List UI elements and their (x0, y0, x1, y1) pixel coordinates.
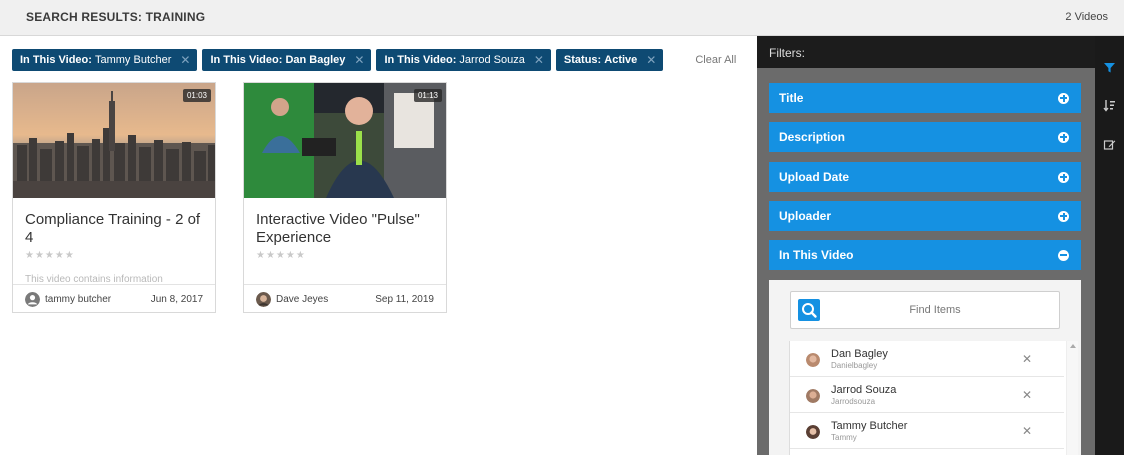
results-header: SEARCH RESULTS: TRAINING 2 Videos (0, 0, 1124, 36)
duration-badge: 01:13 (413, 89, 442, 102)
list-item[interactable]: Jarrod Souza Jarrodsouza ✕ (790, 377, 1064, 413)
remove-chip-icon[interactable]: ✕ (646, 53, 656, 67)
person-name: Tammy Butcher (831, 420, 908, 432)
active-filters: In This Video: Tammy Butcher ✕ In This V… (12, 49, 736, 71)
filter-section-label: Description (779, 130, 846, 144)
scrollbar[interactable] (1066, 341, 1078, 455)
filters-heading: Filters: (757, 36, 1095, 68)
filter-chip[interactable]: In This Video: Dan Bagley ✕ (202, 49, 372, 71)
person-name: Dan Bagley (831, 348, 888, 360)
chip-label: In This Video: (20, 54, 92, 66)
chip-label: In This Video: (384, 54, 457, 66)
find-items-input[interactable]: Find Items (790, 291, 1060, 329)
person-username: Tammy (831, 433, 857, 442)
rating-stars[interactable]: ★★★★★ (25, 250, 75, 261)
filter-section-label: Title (779, 91, 804, 105)
expand-plus-icon[interactable] (1058, 131, 1069, 143)
person-username: Danielbagley (831, 361, 878, 370)
list-item[interactable]: Dan Bagley Danielbagley ✕ (790, 341, 1064, 377)
card-footer: tammy butcher Jun 8, 2017 (13, 284, 215, 313)
duration-badge: 01:03 (182, 89, 211, 102)
video-card[interactable]: 01:03 Compliance Training - 2 of 4 ★★★★★… (12, 82, 216, 313)
video-card[interactable]: 01:13 Interactive Video "Pulse" Experien… (243, 82, 447, 313)
chip-value: Tammy Butcher (94, 54, 172, 66)
list-item[interactable]: Tammy Butcher Tammy ✕ (790, 413, 1064, 449)
result-count: 2 Videos (1065, 11, 1108, 23)
filter-section-label: Uploader (779, 209, 832, 223)
chip-value: Dan Bagley (285, 54, 346, 66)
video-thumbnail[interactable]: 01:13 (244, 83, 446, 198)
filter-section-title[interactable]: Title (769, 83, 1081, 113)
remove-chip-icon[interactable]: ✕ (180, 53, 190, 67)
video-title[interactable]: Compliance Training - 2 of 4 (25, 211, 209, 247)
scroll-up-icon[interactable] (1070, 344, 1076, 348)
chip-label: Status: (563, 54, 602, 66)
author-name[interactable]: Dave Jeyes (276, 294, 328, 305)
avatar (806, 425, 820, 439)
video-description: This video contains information (25, 274, 163, 283)
expand-plus-icon[interactable] (1058, 210, 1069, 222)
filter-section-upload-date[interactable]: Upload Date (769, 162, 1081, 192)
upload-date: Sep 11, 2019 (375, 293, 434, 305)
filter-section-uploader[interactable]: Uploader (769, 201, 1081, 231)
video-title[interactable]: Interactive Video "Pulse" Experience (256, 211, 440, 247)
close-icon[interactable]: ✕ (1022, 352, 1032, 366)
edit-icon[interactable] (1103, 138, 1116, 151)
avatar (806, 389, 820, 403)
close-icon[interactable]: ✕ (1022, 424, 1032, 438)
avatar (256, 291, 271, 307)
author-name[interactable]: tammy butcher (45, 294, 111, 305)
person-username: Jarrodsouza (831, 397, 876, 406)
filter-icon[interactable] (1103, 61, 1116, 74)
collapse-minus-icon[interactable] (1058, 249, 1069, 261)
video-thumbnail[interactable]: 01:03 (13, 83, 215, 198)
filter-chip[interactable]: Status: Active ✕ (555, 49, 664, 71)
in-this-video-panel: Find Items Dan Bagley Danielbagley ✕ Jar… (769, 280, 1081, 455)
remove-chip-icon[interactable]: ✕ (354, 53, 364, 67)
chip-value: Active (604, 54, 638, 66)
find-items-placeholder: Find Items (909, 304, 961, 316)
people-list[interactable]: Dan Bagley Danielbagley ✕ Jarrod Souza J… (789, 341, 1078, 455)
avatar (25, 291, 40, 307)
expand-plus-icon[interactable] (1058, 171, 1069, 183)
tool-rail (1095, 36, 1124, 455)
chip-value: Jarrod Souza (459, 54, 525, 66)
rating-stars[interactable]: ★★★★★ (256, 250, 306, 261)
page-title: SEARCH RESULTS: TRAINING (26, 10, 206, 24)
filters-panel: Filters: Title Description Upload Date U… (757, 36, 1095, 455)
expand-plus-icon[interactable] (1058, 92, 1069, 104)
filter-chip[interactable]: In This Video: Tammy Butcher ✕ (12, 49, 198, 71)
upload-date: Jun 8, 2017 (150, 293, 203, 305)
clear-all-button[interactable]: Clear All (695, 54, 736, 66)
filter-section-label: Upload Date (779, 170, 850, 184)
filter-section-label: In This Video (779, 248, 854, 262)
avatar (806, 353, 820, 367)
card-footer: Dave Jeyes Sep 11, 2019 (244, 284, 446, 313)
chip-label: In This Video: (210, 54, 283, 66)
filter-chip[interactable]: In This Video: Jarrod Souza ✕ (376, 49, 551, 71)
remove-chip-icon[interactable]: ✕ (534, 53, 544, 67)
filter-section-description[interactable]: Description (769, 122, 1081, 152)
filter-section-in-this-video[interactable]: In This Video (769, 240, 1081, 270)
sort-icon[interactable] (1103, 99, 1116, 112)
person-name: Jarrod Souza (831, 384, 897, 396)
close-icon[interactable]: ✕ (1022, 388, 1032, 402)
